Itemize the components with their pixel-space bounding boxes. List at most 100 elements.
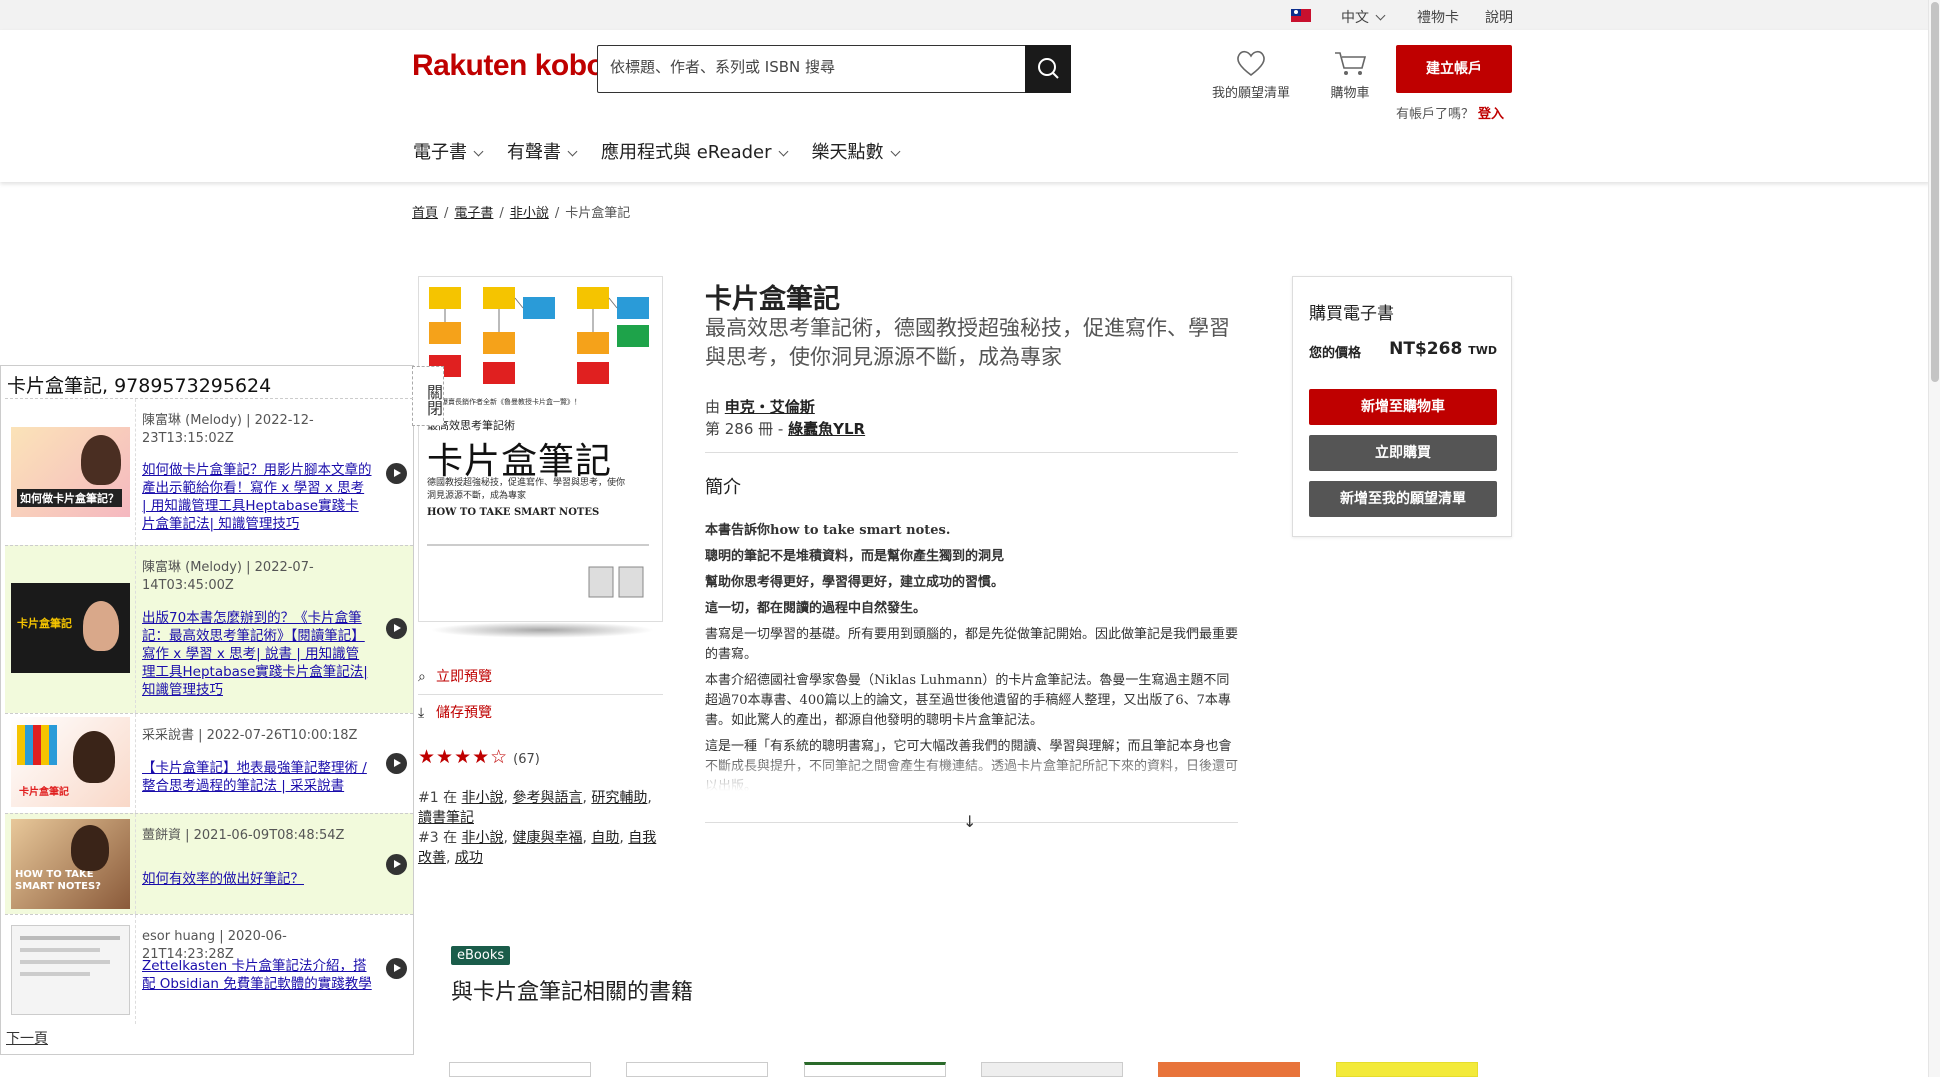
breadcrumb-home[interactable]: 首頁: [412, 206, 438, 221]
rank-3-prefix: #3 在: [418, 830, 458, 846]
rank-link[interactable]: 健康與幸福: [512, 830, 582, 846]
help-link[interactable]: 說明: [1485, 7, 1513, 27]
create-account-button[interactable]: 建立帳戶: [1396, 45, 1512, 93]
nav-audiobooks[interactable]: 有聲書: [507, 138, 578, 164]
rakuten-kobo-logo[interactable]: Rakuten kobo: [412, 49, 605, 83]
cover-tagline: 全球爆賣長銷作者全新《魯曼教授卡片盒一覽》！: [427, 398, 581, 406]
rank-link[interactable]: 讀書筆記: [418, 810, 474, 826]
series-line: 第 286 冊 - 綠蠹魚YLR: [705, 418, 865, 439]
synopsis-paragraph: 幫助你思考得更好，學習得更好，建立成功的習慣。: [705, 575, 1005, 590]
related-books-heading: 與卡片盒筆記相關的書籍: [451, 980, 694, 1005]
play-icon[interactable]: [386, 753, 407, 774]
video-thumbnail[interactable]: 卡片盒筆記: [11, 717, 130, 807]
language-selector[interactable]: 中文: [1341, 7, 1386, 27]
rank-link[interactable]: 自助: [591, 830, 619, 846]
series-link[interactable]: 綠蠹魚YLR: [788, 420, 865, 438]
expand-arrow-icon[interactable]: ↓: [963, 812, 976, 831]
rank-link[interactable]: 研究輔助: [591, 790, 647, 806]
scrollbar-thumb[interactable]: [1931, 2, 1939, 382]
video-thumbnail[interactable]: 如何做卡片盒筆記？: [11, 427, 130, 517]
thumbnail-text: 如何做卡片盒筆記？: [17, 489, 122, 507]
thumbnail-cards: [17, 725, 57, 765]
rank-link[interactable]: 非小說: [462, 830, 504, 846]
related-book-thumb[interactable]: [1336, 1062, 1478, 1077]
video-item[interactable]: esor huang | 2020-06-21T14:23:28Z Zettel…: [5, 914, 413, 1024]
video-thumbnail[interactable]: [11, 925, 130, 1015]
preview-now-link[interactable]: ⌕ 立即預覽: [418, 666, 663, 686]
thumbnail-line: [20, 948, 100, 952]
video-title-link[interactable]: 如何做卡片盒筆記？用影片腳本文章的產出示範給你看！寫作 x 學習 x 思考 | …: [142, 461, 372, 533]
thumbnail-person: [83, 601, 119, 651]
synopsis-paragraph: 這一切，都在閱讀的過程中自然發生。: [705, 601, 927, 616]
related-book-thumb[interactable]: [626, 1062, 768, 1077]
price-value: NT$268 TWD: [1389, 339, 1497, 359]
video-title-link[interactable]: 【卡片盒筆記】地表最強筆記整理術 / 整合思考過程的筆記法 | 采采說書: [142, 759, 372, 795]
add-to-wishlist-button[interactable]: 新增至我的願望清單: [1309, 481, 1497, 517]
wishlist-label: 我的願望清單: [1211, 86, 1290, 101]
download-icon: ⤓: [418, 705, 425, 721]
related-book-thumb[interactable]: [981, 1062, 1123, 1077]
taiwan-flag-icon[interactable]: [1291, 9, 1311, 22]
video-item[interactable]: HOW TO TAKE SMART NOTES? 薑餅資 | 2021-06-0…: [5, 813, 413, 914]
purchase-box: 購買電子書 您的價格 NT$268 TWD 新增至購物車 立即購買 新增至我的願…: [1292, 276, 1512, 537]
divider: [135, 399, 136, 545]
related-book-thumb[interactable]: [1158, 1062, 1300, 1077]
video-title-link[interactable]: Zettelkasten 卡片盒筆記法介紹，搭配 Obsidian 免費筆記軟體…: [142, 957, 372, 993]
breadcrumb-ebooks[interactable]: 電子書: [454, 206, 493, 221]
nav-label: 有聲書: [507, 142, 561, 163]
save-preview-label: 儲存預覽: [436, 705, 492, 721]
cover-shadow: [430, 622, 655, 638]
page-scrollbar[interactable]: [1928, 0, 1940, 1077]
synopsis-text: 本書告訴你how to take smart notes. 聰明的筆記不是堆積資…: [705, 521, 1238, 791]
add-to-cart-button[interactable]: 新增至購物車: [1309, 389, 1497, 425]
search-icon: ⌕: [418, 669, 426, 685]
related-book-thumb[interactable]: [804, 1062, 946, 1077]
cover-description: 德國教授超強秘技，促進寫作、學習與思考，使你洞見源源不斷，成為專家: [427, 478, 626, 501]
divider: [135, 714, 136, 813]
rank-link[interactable]: 參考與語言: [512, 790, 582, 806]
video-item[interactable]: 如何做卡片盒筆記？ 陳富琳 (Melody) | 2022-12-23T13:1…: [5, 398, 413, 545]
gift-card-link[interactable]: 禮物卡: [1417, 7, 1459, 27]
video-thumbnail[interactable]: 卡片盒筆記: [11, 583, 130, 673]
related-book-thumb[interactable]: [449, 1062, 591, 1077]
save-preview-link[interactable]: ⤓ 儲存預覽: [418, 702, 663, 722]
thumbnail-line: [20, 936, 120, 940]
play-icon[interactable]: [386, 958, 407, 979]
nav-apps-ereaders[interactable]: 應用程式與 eReader: [601, 138, 788, 164]
rating-count: (67): [513, 752, 540, 767]
author-link[interactable]: 申克・艾倫斯: [725, 398, 815, 416]
nav-ebooks[interactable]: 電子書: [413, 138, 484, 164]
rank-1: #1 在 非小說, 參考與語言, 研究輔助, 讀書筆記: [418, 790, 652, 826]
rank-link[interactable]: 非小說: [462, 790, 504, 806]
play-icon[interactable]: [386, 618, 407, 639]
rating-stars[interactable]: ★★★★☆ (67): [418, 746, 540, 768]
book-subtitle: 最高效思考筆記術，德國教授超強秘技，促進寫作、學習與思考，使你洞見源源不斷，成為…: [705, 316, 1230, 369]
synopsis-paragraph: 書寫是一切學習的基礎。所有要用到頭腦的，都是先從做筆記開始。因此做筆記是我們最重…: [705, 627, 1238, 662]
divider: [418, 694, 663, 695]
cart-link[interactable]: 購物車: [1325, 48, 1375, 101]
nav-rakuten-points[interactable]: 樂天點數: [812, 138, 900, 164]
video-meta: 薑餅資 | 2021-06-09T08:48:54Z: [142, 828, 345, 843]
video-title-link[interactable]: 如何有效率的做出好筆記？: [142, 870, 372, 888]
heart-icon: [1237, 50, 1265, 77]
login-link[interactable]: 登入: [1478, 107, 1504, 122]
nav-label: 電子書: [413, 142, 467, 163]
search-button[interactable]: [1025, 45, 1071, 93]
buy-now-button[interactable]: 立即購買: [1309, 435, 1497, 471]
video-item[interactable]: 卡片盒筆記 采采說書 | 2022-07-26T10:00:18Z 【卡片盒筆記…: [5, 713, 413, 813]
breadcrumb-nonfiction[interactable]: 非小說: [510, 206, 549, 221]
video-item[interactable]: 卡片盒筆記 陳富琳 (Melody) | 2022-07-14T03:45:00…: [5, 545, 413, 713]
search-input[interactable]: [610, 58, 1010, 76]
play-icon[interactable]: [386, 854, 407, 875]
video-meta: 陳富琳 (Melody) | 2022-12-23T13:15:02Z: [142, 413, 314, 446]
book-cover[interactable]: 全球爆賣長銷作者全新《魯曼教授卡片盒一覽》！ 最高效思考筆記術 卡片盒筆記 德國…: [418, 276, 663, 622]
panel-close-button[interactable]: 關閉: [412, 366, 444, 426]
cover-english-title: HOW TO TAKE SMART NOTES: [427, 507, 600, 518]
next-page-link[interactable]: 下一頁: [6, 1028, 48, 1048]
video-title-link[interactable]: 出版70本書怎麼辦到的？《卡片盒筆記：最高效思考筆記術》【閱讀筆記】寫作 x 學…: [142, 609, 372, 699]
by-label: 由: [705, 398, 721, 416]
rank-link[interactable]: 成功: [455, 850, 483, 866]
play-icon[interactable]: [386, 463, 407, 484]
wishlist-link[interactable]: 我的願望清單: [1207, 48, 1295, 101]
video-thumbnail[interactable]: HOW TO TAKE SMART NOTES?: [11, 819, 130, 909]
